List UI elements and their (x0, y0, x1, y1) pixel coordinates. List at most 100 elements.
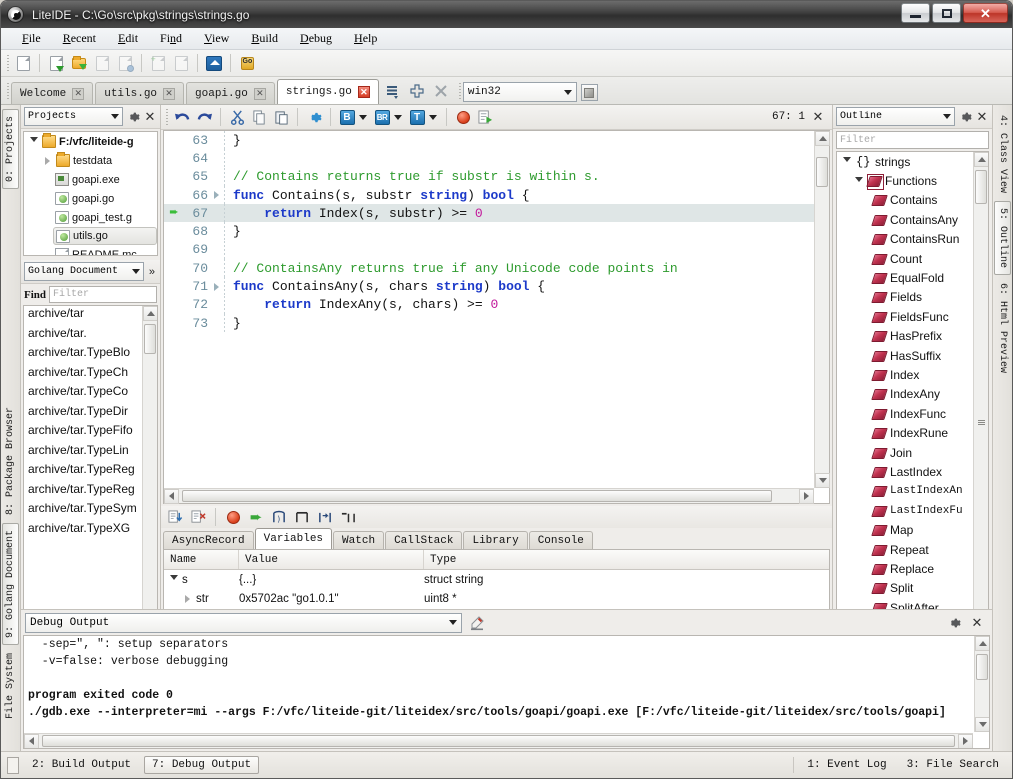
status-event-log-button[interactable]: 1: Event Log (800, 757, 893, 773)
tab-list-icon[interactable] (381, 80, 405, 102)
add-tab-icon[interactable] (405, 80, 429, 102)
home-icon[interactable] (203, 53, 225, 74)
tab-variables[interactable]: Variables (255, 528, 332, 549)
tree-row-goapi-exe[interactable]: goapi.exe (24, 170, 157, 189)
outline-item-replace[interactable]: Replace (837, 559, 973, 578)
debug-output-hscrollbar[interactable] (24, 733, 973, 748)
list-item[interactable]: archive/tar. (24, 326, 141, 346)
build-target-combo[interactable]: win32 (463, 82, 577, 102)
outline-item-fields[interactable]: Fields (837, 288, 973, 307)
tree-row-utils-go[interactable]: utils.go (53, 227, 157, 245)
test-icon[interactable]: T (407, 107, 427, 127)
tab-watch[interactable]: Watch (333, 531, 384, 549)
list-item[interactable]: archive/tar.TypeBlo (24, 345, 141, 365)
scroll-up-icon[interactable] (815, 131, 830, 146)
scroll-up-icon[interactable] (975, 636, 990, 651)
list-item[interactable]: archive/tar.TypeSym (24, 501, 141, 521)
code-lines[interactable]: 63 } 64 65 // Contains returns (164, 131, 814, 488)
twisty-open-icon[interactable] (168, 575, 179, 584)
clear-output-icon[interactable] (467, 613, 487, 633)
save-file-icon[interactable] (91, 53, 113, 74)
outline-item-indexany[interactable]: IndexAny (837, 385, 973, 404)
cut-icon[interactable] (227, 107, 247, 127)
tab-close-icon[interactable]: ✕ (358, 86, 370, 98)
twisty-closed-icon[interactable] (182, 595, 193, 603)
menu-find[interactable]: Find (149, 29, 193, 48)
sidebar-item-golang-document[interactable]: 9: Golang Document (2, 523, 19, 645)
paste-icon[interactable] (271, 107, 291, 127)
gear-icon[interactable] (958, 110, 972, 124)
tab-strings-go[interactable]: strings.go ✕ (277, 79, 379, 104)
column-header-name[interactable]: Name (164, 550, 239, 569)
scroll-thumb[interactable] (182, 490, 772, 502)
fold-marker[interactable] (214, 191, 224, 199)
list-item[interactable]: archive/tar (24, 306, 141, 326)
menu-debug[interactable]: Debug (289, 29, 343, 48)
scroll-thumb[interactable] (42, 735, 955, 747)
code-line[interactable]: 71 func ContainsAny(s, chars string) boo… (164, 277, 814, 295)
list-item[interactable]: archive/tar.TypeXG (24, 521, 141, 541)
close-editor-icon[interactable]: ✕ (811, 110, 825, 124)
list-item[interactable]: archive/tar.TypeLin (24, 443, 141, 463)
close-projects-icon[interactable]: ✕ (143, 110, 157, 124)
tab-callstack[interactable]: CallStack (385, 531, 462, 549)
tab-console[interactable]: Console (529, 531, 593, 549)
build-icon[interactable]: B (337, 107, 357, 127)
twisty-open-icon[interactable] (841, 157, 852, 166)
golang-document-combo[interactable]: Golang Document (24, 262, 144, 281)
scroll-down-icon[interactable] (815, 473, 830, 488)
undo-icon[interactable] (172, 107, 192, 127)
scroll-left-icon[interactable] (164, 489, 179, 504)
outline-item-indexrune[interactable]: IndexRune (837, 423, 973, 442)
scroll-up-icon[interactable] (143, 306, 158, 321)
twisty-open-icon[interactable] (28, 137, 39, 146)
outline-item-indexfunc[interactable]: IndexFunc (837, 404, 973, 423)
list-item[interactable]: archive/tar.TypeFifo (24, 423, 141, 443)
chevron-down-icon[interactable] (394, 115, 402, 120)
continue-icon[interactable]: ➨ (246, 507, 266, 527)
status-grip-icon[interactable] (7, 757, 19, 774)
outline-item-repeat[interactable]: Repeat (837, 540, 973, 559)
tree-row-goapi-go[interactable]: goapi.go (24, 189, 157, 208)
chevron-down-icon[interactable] (359, 115, 367, 120)
tab-close-icon[interactable]: ✕ (254, 88, 266, 100)
editor-toolbar-grip[interactable] (164, 108, 170, 127)
close-outline-icon[interactable]: ✕ (975, 110, 989, 124)
tab-close-icon[interactable]: ✕ (72, 88, 84, 100)
list-item[interactable]: archive/tar.TypeReg (24, 482, 141, 502)
step-into-2-icon[interactable] (292, 507, 312, 527)
outline-item-contains[interactable]: Contains (837, 191, 973, 210)
debug-output-body[interactable]: -sep=", ": setup separators -v=false: ve… (23, 635, 990, 749)
scroll-thumb[interactable] (975, 170, 987, 204)
outline-item-map[interactable]: Map (837, 520, 973, 539)
menu-build[interactable]: Build (240, 29, 289, 48)
outline-item-count[interactable]: Count (837, 249, 973, 268)
code-line-current[interactable]: ➨ 67 return Index(s, substr) >= 0 (164, 204, 814, 222)
settings-icon[interactable] (304, 107, 324, 127)
outline-item-lastindexany[interactable]: LastIndexAn (837, 482, 973, 501)
menu-help[interactable]: Help (343, 29, 388, 48)
toolbar-grip[interactable] (5, 54, 11, 73)
tree-row-root[interactable]: F:/vfc/liteide-g (24, 132, 157, 151)
scroll-thumb[interactable] (816, 157, 828, 187)
column-header-type[interactable]: Type (424, 550, 829, 569)
outline-item-lastindex[interactable]: LastIndex (837, 462, 973, 481)
target-settings-button[interactable] (581, 84, 598, 101)
menu-file[interactable]: File (11, 29, 52, 48)
sidebar-item-projects[interactable]: 0: Projects (2, 109, 19, 189)
scroll-thumb[interactable] (144, 324, 156, 354)
sidebar-item-outline[interactable]: 5: Outline (994, 201, 1011, 275)
code-line[interactable]: 69 (164, 241, 814, 259)
code-line[interactable]: 73 } (164, 314, 814, 332)
debug-output-vscrollbar[interactable] (974, 636, 989, 732)
expand-toolbar-icon[interactable]: » (147, 266, 157, 278)
scroll-right-icon[interactable] (958, 734, 973, 749)
outline-combo[interactable]: Outline (836, 107, 955, 126)
run-to-cursor-icon[interactable] (338, 507, 358, 527)
new-file-icon[interactable] (12, 53, 34, 74)
tab-asyncrecord[interactable]: AsyncRecord (163, 531, 254, 549)
scroll-right-icon[interactable] (799, 489, 814, 504)
stop-icon[interactable] (223, 507, 243, 527)
outline-item-fieldsfunc[interactable]: FieldsFunc (837, 307, 973, 326)
code-line[interactable]: 68 } (164, 222, 814, 240)
